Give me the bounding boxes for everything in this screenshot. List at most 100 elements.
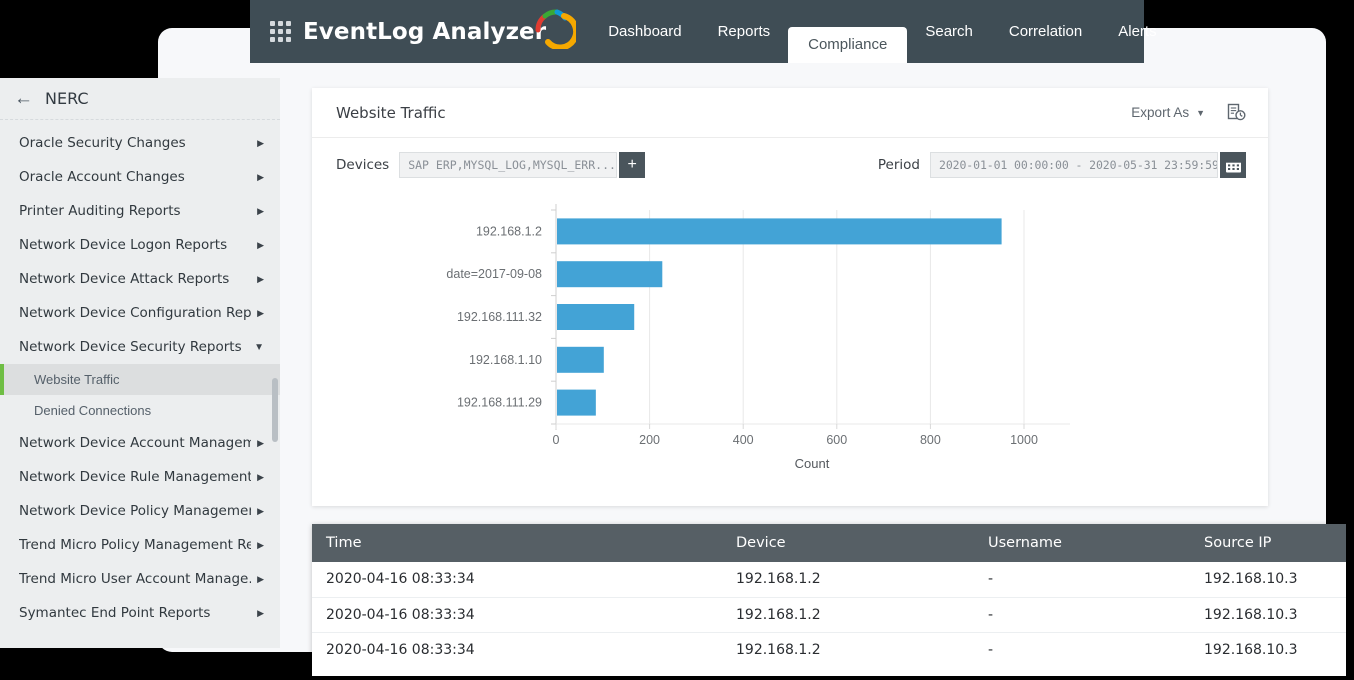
bar[interactable]	[557, 261, 662, 287]
chevron-right-icon: ▶	[257, 506, 264, 517]
sidebar-item-trend-micro-policy-management[interactable]: Trend Micro Policy Management Re... ▶	[0, 528, 280, 562]
cell-username: -	[974, 632, 1190, 667]
schedule-report-icon[interactable]	[1227, 103, 1246, 122]
cell-device: 192.168.1.2	[722, 632, 974, 667]
sidebar-item-label: Network Device Account Managem...	[19, 435, 251, 451]
sidebar-item-network-device-logon-reports[interactable]: Network Device Logon Reports ▶	[0, 228, 280, 262]
cell-time: 2020-04-16 08:33:34	[312, 562, 722, 597]
devices-input[interactable]: SAP ERP,MYSQL_LOG,MYSQL_ERR...	[399, 152, 617, 178]
x-axis-label: Count	[795, 456, 830, 471]
chevron-down-icon: ▼	[254, 342, 264, 353]
period-input[interactable]: 2020-01-01 00:00:00 - 2020-05-31 23:59:5…	[930, 152, 1218, 178]
chevron-right-icon: ▶	[257, 308, 264, 319]
sidebar-item-network-device-security-reports[interactable]: Network Device Security Reports ▼	[0, 330, 280, 364]
column-header-username[interactable]: Username	[974, 524, 1190, 562]
nav-item-alerts[interactable]: Alerts	[1100, 0, 1174, 63]
chevron-right-icon: ▶	[257, 138, 264, 149]
x-tick-label: 200	[639, 433, 660, 447]
chevron-right-icon: ▶	[257, 608, 264, 619]
sidebar-item-label: Network Device Policy Managemen...	[19, 503, 251, 519]
sidebar-item-oracle-security-changes[interactable]: Oracle Security Changes ▶	[0, 126, 280, 160]
nav-item-correlation[interactable]: Correlation	[991, 0, 1100, 63]
sidebar-item-label: Network Device Logon Reports	[19, 237, 251, 253]
column-header-time[interactable]: Time	[312, 524, 722, 562]
chevron-right-icon: ▶	[257, 438, 264, 449]
nav-item-reports[interactable]: Reports	[700, 0, 789, 63]
bar[interactable]	[557, 304, 634, 330]
chevron-down-icon: ▼	[1196, 108, 1205, 118]
brand-logo[interactable]: EventLog Analyzer	[303, 19, 546, 45]
cell-source-ip: 192.168.10.3	[1190, 597, 1346, 632]
chevron-right-icon: ▶	[257, 172, 264, 183]
report-card-header: Website Traffic Export As ▼	[312, 88, 1268, 138]
column-header-source-ip[interactable]: Source IP	[1190, 524, 1346, 562]
sidebar-item-label: Network Device Attack Reports	[19, 271, 251, 287]
x-tick-label: 1000	[1010, 433, 1038, 447]
sidebar-item-label: Trend Micro Policy Management Re...	[19, 537, 251, 553]
y-tick-label: date=2017-09-08	[446, 267, 542, 281]
chevron-right-icon: ▶	[257, 206, 264, 217]
sidebar-item-network-device-attack-reports[interactable]: Network Device Attack Reports ▶	[0, 262, 280, 296]
cell-source-ip: 192.168.10.3	[1190, 632, 1346, 667]
report-chart-card: Website Traffic Export As ▼ Devices SA	[312, 88, 1268, 506]
sidebar-item-label: Printer Auditing Reports	[19, 203, 251, 219]
y-tick-label: 192.168.1.10	[469, 353, 542, 367]
sidebar-scrollbar-thumb[interactable]	[272, 378, 278, 442]
x-tick-label: 0	[553, 433, 560, 447]
chevron-right-icon: ▶	[257, 574, 264, 585]
table-row[interactable]: 2020-04-16 08:33:34 192.168.1.2 - 192.16…	[312, 632, 1346, 667]
cell-username: -	[974, 597, 1190, 632]
sidebar-item-oracle-account-changes[interactable]: Oracle Account Changes ▶	[0, 160, 280, 194]
screen-root: EventLog Analyzer Dashboard Reports Comp…	[0, 0, 1354, 680]
table-header-row: Time Device Username Source IP	[312, 524, 1346, 562]
nav-item-compliance[interactable]: Compliance	[788, 27, 907, 63]
sidebar-item-network-device-configuration-reports[interactable]: Network Device Configuration Rep... ▶	[0, 296, 280, 330]
bar[interactable]	[557, 218, 1002, 244]
grid-apps-icon[interactable]	[270, 21, 291, 43]
chevron-right-icon: ▶	[257, 540, 264, 551]
plus-icon[interactable]: +	[619, 152, 645, 178]
report-filters: Devices SAP ERP,MYSQL_LOG,MYSQL_ERR... +…	[312, 138, 1268, 192]
bar-chart-svg: 192.168.1.2date=2017-09-08192.168.111.32…	[312, 192, 1268, 492]
manageengine-swoosh-icon	[532, 5, 576, 49]
sidebar-item-network-device-account-management[interactable]: Network Device Account Managem... ▶	[0, 426, 280, 460]
nav-item-dashboard[interactable]: Dashboard	[590, 0, 699, 63]
results-table-card: Time Device Username Source IP 2020-04-1…	[312, 524, 1346, 676]
x-tick-label: 400	[733, 433, 754, 447]
sidebar-item-trend-micro-user-account-management[interactable]: Trend Micro User Account Manage... ▶	[0, 562, 280, 596]
sidebar-header: ← NERC	[0, 78, 280, 120]
cell-device: 192.168.1.2	[722, 562, 974, 597]
sidebar-item-network-device-rule-management[interactable]: Network Device Rule Management ... ▶	[0, 460, 280, 494]
results-table: Time Device Username Source IP 2020-04-1…	[312, 524, 1346, 667]
cell-username: -	[974, 562, 1190, 597]
sidebar-item-website-traffic[interactable]: Website Traffic	[0, 364, 280, 395]
sidebar-item-label: Oracle Account Changes	[19, 169, 251, 185]
arrow-left-icon[interactable]: ←	[14, 89, 33, 108]
column-header-device[interactable]: Device	[722, 524, 974, 562]
sidebar-item-label: Symantec End Point Reports	[19, 605, 251, 621]
table-row[interactable]: 2020-04-16 08:33:34 192.168.1.2 - 192.16…	[312, 597, 1346, 632]
x-tick-label: 600	[826, 433, 847, 447]
sidebar-child-label: Website Traffic	[34, 372, 120, 387]
sidebar-item-network-device-policy-management[interactable]: Network Device Policy Managemen... ▶	[0, 494, 280, 528]
bar-chart: 192.168.1.2date=2017-09-08192.168.111.32…	[312, 192, 1268, 492]
table-row[interactable]: 2020-04-16 08:33:34 192.168.1.2 - 192.16…	[312, 562, 1346, 597]
bar[interactable]	[557, 347, 604, 373]
page-title: Website Traffic	[336, 104, 1131, 122]
calendar-icon[interactable]	[1220, 152, 1246, 178]
sidebar-item-label: Oracle Security Changes	[19, 135, 251, 151]
sidebar-item-denied-connections[interactable]: Denied Connections	[0, 395, 280, 426]
nav-item-search[interactable]: Search	[907, 0, 991, 63]
sidebar-item-symantec-end-point-reports[interactable]: Symantec End Point Reports ▶	[0, 596, 280, 630]
sidebar-item-printer-auditing-reports[interactable]: Printer Auditing Reports ▶	[0, 194, 280, 228]
y-tick-label: 192.168.111.29	[457, 396, 542, 410]
bar[interactable]	[557, 390, 596, 416]
nav-items: Dashboard Reports Compliance Search Corr…	[590, 0, 1174, 63]
cell-device: 192.168.1.2	[722, 597, 974, 632]
sidebar-item-label: Network Device Rule Management ...	[19, 469, 251, 485]
sidebar-child-label: Denied Connections	[34, 403, 151, 418]
devices-label: Devices	[336, 157, 389, 173]
sidebar-list: Oracle Security Changes ▶ Oracle Account…	[0, 120, 280, 630]
top-navigation-bar: EventLog Analyzer Dashboard Reports Comp…	[250, 0, 1144, 63]
export-as-button[interactable]: Export As ▼	[1131, 105, 1205, 120]
